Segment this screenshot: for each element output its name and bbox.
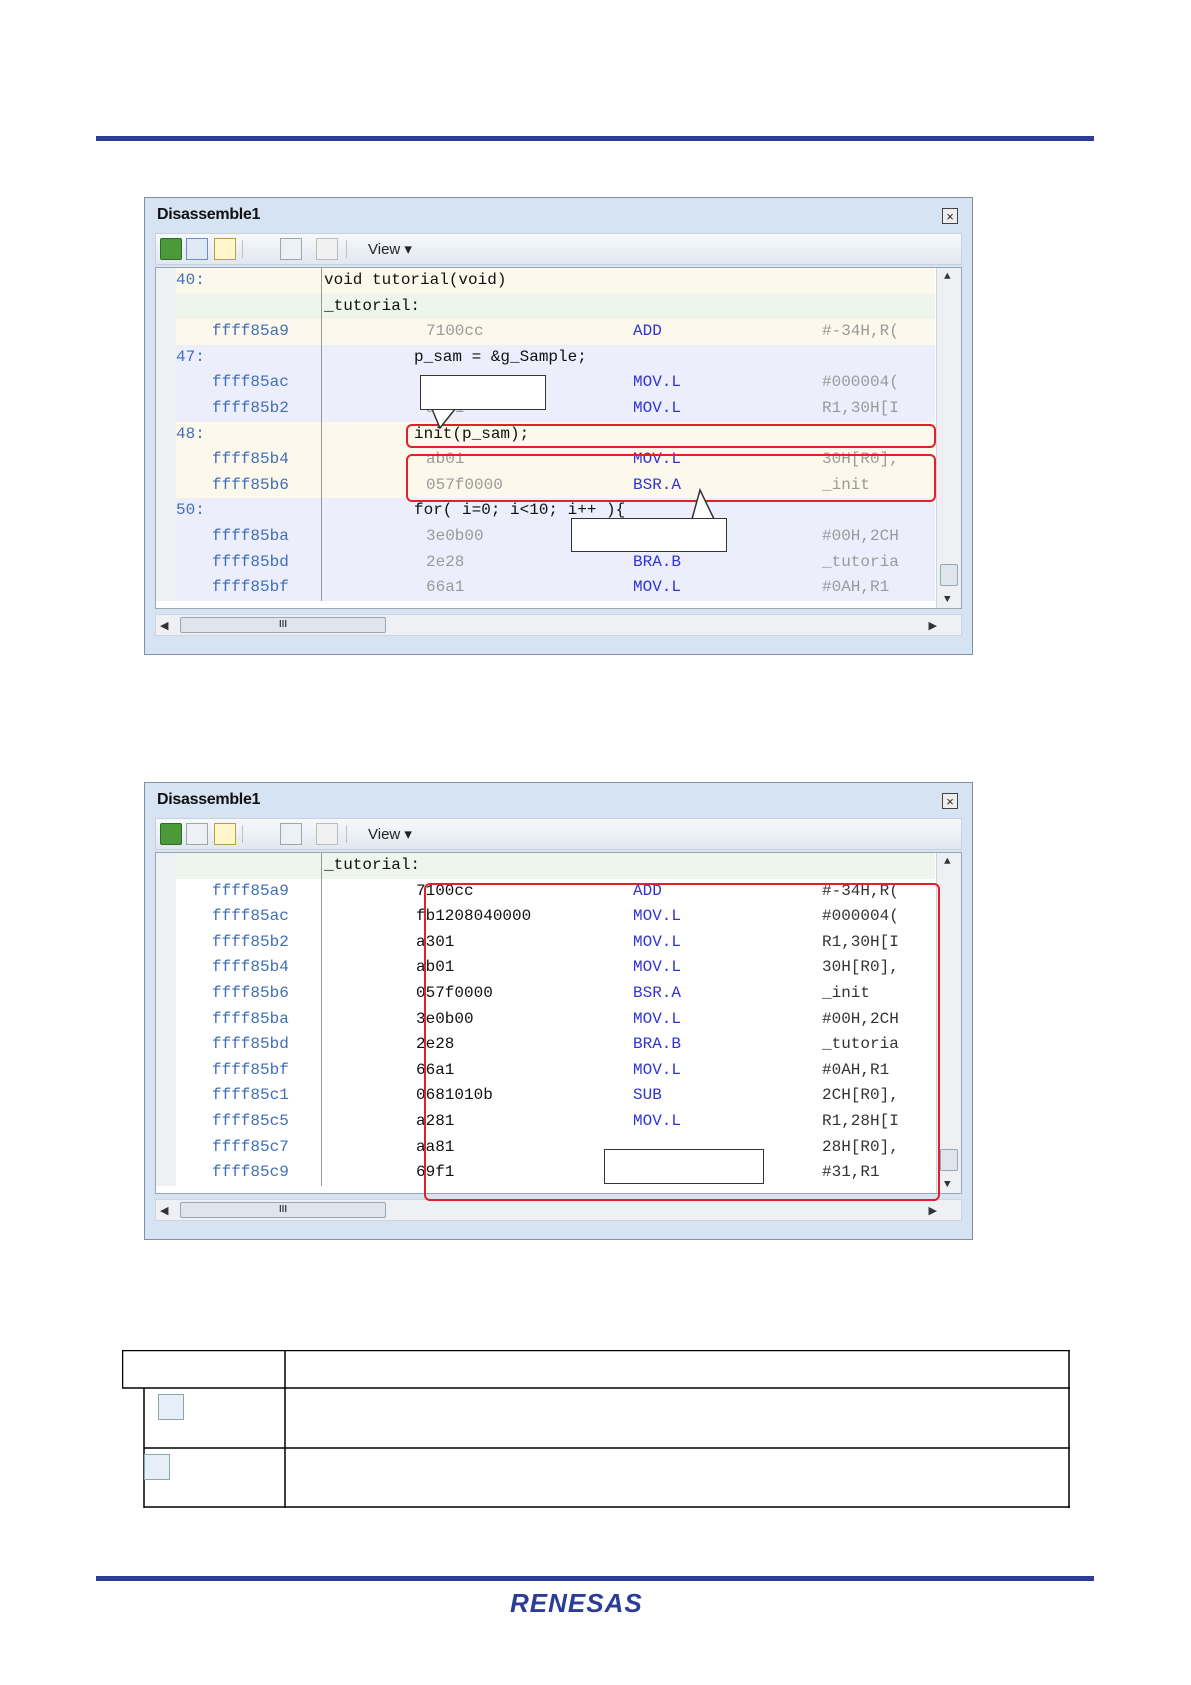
column-divider <box>321 1006 322 1033</box>
address: ffff85a9 <box>212 881 289 900</box>
address: ffff85b4 <box>212 958 289 977</box>
gutter[interactable] <box>156 1134 176 1161</box>
toolbar-separator <box>242 825 243 843</box>
scroll-left-icon[interactable]: ◀ <box>160 1204 168 1217</box>
toolbar-separator <box>346 825 347 843</box>
column-divider <box>321 853 322 879</box>
column-divider <box>321 1057 322 1084</box>
address: ffff85ac <box>212 907 289 926</box>
column-divider <box>321 904 322 930</box>
toolbar: View ▾ <box>155 818 962 850</box>
column-divider <box>321 1083 322 1109</box>
address: ffff85b6 <box>212 984 289 1002</box>
view-menu[interactable]: View ▾ <box>368 825 412 843</box>
asm-label: _tutorial: <box>324 856 421 874</box>
column-divider <box>321 929 322 956</box>
address: ffff85c7 <box>212 1137 289 1156</box>
goto-icon[interactable] <box>214 823 236 845</box>
bottom-rule <box>96 1576 1094 1581</box>
gutter[interactable] <box>156 1083 176 1109</box>
refresh-icon[interactable] <box>160 823 182 845</box>
callout-box-2 <box>571 518 727 552</box>
step-over-icon[interactable] <box>316 823 338 845</box>
table-grid <box>121 1349 1070 1508</box>
vertical-scroll-thumb[interactable] <box>940 1149 958 1171</box>
renesas-logo: RENESAS <box>510 1588 643 1618</box>
gutter[interactable] <box>156 1032 176 1058</box>
address: ffff85c1 <box>212 1086 289 1105</box>
column-divider <box>321 981 322 1007</box>
mixed-display-icon <box>158 1394 184 1420</box>
column-divider <box>321 1109 322 1135</box>
address: ffff85b2 <box>212 932 289 951</box>
gutter[interactable] <box>156 955 176 981</box>
address: ffff85bf <box>212 1060 289 1079</box>
column-divider <box>321 878 322 905</box>
scroll-right-icon[interactable]: ▶ <box>929 1204 937 1217</box>
horizontal-scrollbar[interactable]: ◀ III ▶ <box>155 1199 962 1221</box>
horizontal-scroll-thumb[interactable]: III <box>180 1202 386 1218</box>
callout-box-3 <box>604 1149 764 1184</box>
window-title: Disassemble1 <box>157 791 261 808</box>
gutter[interactable] <box>156 929 176 956</box>
column-divider <box>321 1032 322 1058</box>
disassemble-display-icon <box>144 1454 170 1480</box>
gutter[interactable] <box>156 853 176 879</box>
address: ffff85c5 <box>212 1112 289 1130</box>
close-icon[interactable]: × <box>942 793 958 809</box>
address: ffff85c9 <box>212 1163 289 1182</box>
step-in-icon[interactable] <box>280 823 302 845</box>
column-divider <box>321 1134 322 1161</box>
gutter[interactable] <box>156 1006 176 1033</box>
column-divider <box>321 955 322 981</box>
thumb-grip: III <box>278 1204 288 1215</box>
label-row[interactable]: _tutorial: <box>156 853 935 879</box>
gutter[interactable] <box>156 1160 176 1186</box>
address: ffff85bd <box>212 1035 289 1054</box>
mixed-display-icon[interactable] <box>186 823 208 845</box>
scroll-down-icon[interactable]: ▼ <box>944 1179 951 1191</box>
gutter[interactable] <box>156 904 176 930</box>
column-divider <box>321 1160 322 1186</box>
gutter[interactable] <box>156 878 176 905</box>
view-label: View <box>368 826 401 843</box>
icon-legend-table <box>121 1349 1070 1508</box>
gutter[interactable] <box>156 981 176 1007</box>
scroll-up-icon[interactable]: ▲ <box>944 856 951 868</box>
gutter[interactable] <box>156 1109 176 1135</box>
gutter[interactable] <box>156 1057 176 1084</box>
callout-box-1 <box>420 375 546 410</box>
address: ffff85ba <box>212 1009 289 1028</box>
